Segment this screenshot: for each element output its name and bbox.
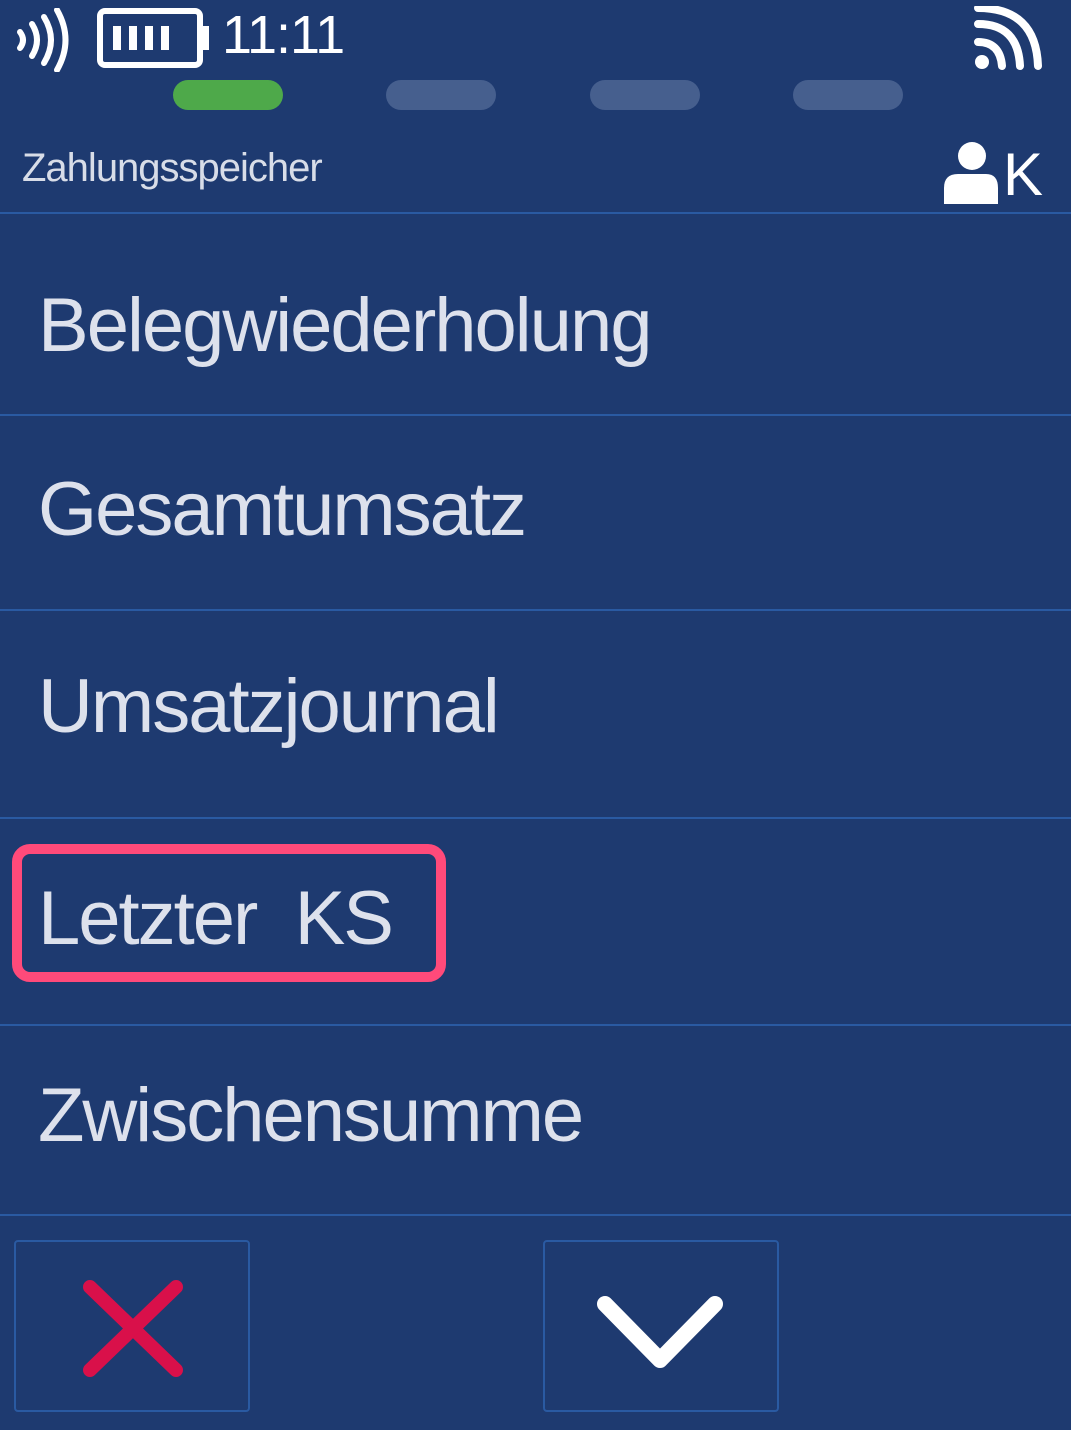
wifi-icon [972, 4, 1042, 77]
chevron-down-icon [597, 1296, 723, 1368]
user-label: K [1003, 141, 1044, 208]
status-bar: 11:11 [0, 0, 1071, 75]
contactless-icon [14, 7, 74, 77]
user-icon [942, 140, 1000, 211]
page-indicator [0, 80, 1071, 110]
page-dot [590, 80, 700, 110]
menu-item-letzter-ks[interactable]: Letzter KS [0, 819, 1071, 1026]
menu-item-belegwiederholung[interactable]: Belegwiederholung [0, 214, 1071, 416]
menu-item-label: Zwischensumme [38, 1073, 584, 1158]
battery-icon [97, 8, 213, 75]
menu-item-zwischensumme[interactable]: Zwischensumme [0, 1026, 1071, 1216]
header: Zahlungsspeicher K [0, 130, 1071, 214]
menu-item-label: Gesamtumsatz [38, 467, 527, 552]
page-title: Zahlungsspeicher [22, 146, 323, 190]
menu-item-label: Belegwiederholung [38, 283, 652, 368]
menu-item-gesamtumsatz[interactable]: Gesamtumsatz [0, 416, 1071, 611]
next-button[interactable] [543, 1240, 779, 1412]
menu-item-umsatzjournal[interactable]: Umsatzjournal [0, 611, 1071, 819]
clock: 11:11 [222, 5, 345, 65]
menu-item-label: Umsatzjournal [38, 664, 500, 749]
page-dot [386, 80, 496, 110]
cancel-button[interactable] [14, 1240, 250, 1412]
page-dot-active [173, 80, 283, 110]
close-icon [83, 1280, 183, 1377]
page-dot [793, 80, 903, 110]
menu-item-label: Letzter KS [38, 876, 394, 961]
